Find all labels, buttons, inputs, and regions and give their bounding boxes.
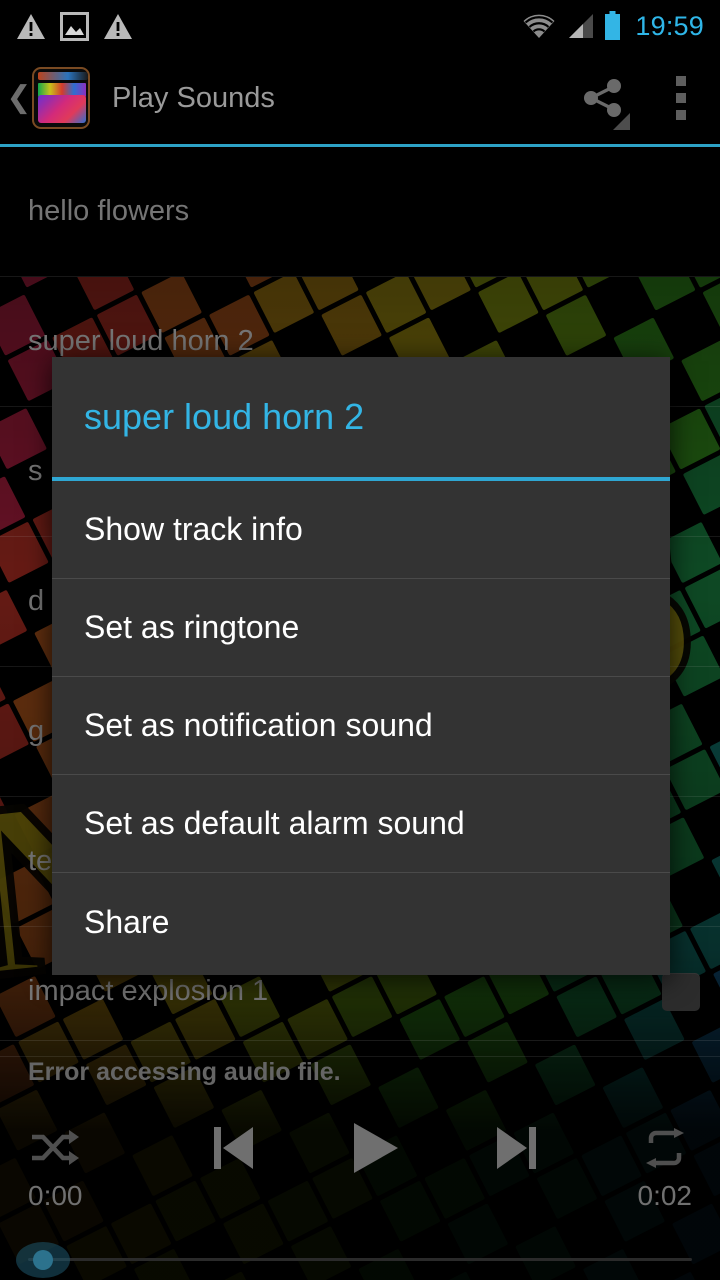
battery-icon [605, 11, 621, 40]
status-bar-clock: 19:59 [635, 10, 704, 41]
page-title: Play Sounds [112, 81, 275, 114]
status-bar: 19:59 [0, 0, 720, 52]
dialog-menu-item-label: Set as ringtone [84, 609, 300, 645]
android-screen: S N [0, 0, 720, 1280]
dialog-menu-item-label: Set as notification sound [84, 707, 433, 743]
dialog-menu-item[interactable]: Set as notification sound [52, 677, 670, 775]
overflow-menu-button[interactable] [642, 52, 720, 144]
context-menu-dialog: super loud horn 2 Show track info Set as … [52, 357, 670, 975]
share-button[interactable] [564, 52, 642, 144]
dialog-title: super loud horn 2 [84, 396, 365, 437]
dialog-menu-item[interactable]: Show track info [52, 481, 670, 579]
signal-icon [569, 14, 594, 38]
up-navigation-icon[interactable]: ❮ [6, 83, 32, 113]
dialog-menu-item-label: Show track info [84, 511, 303, 547]
app-logo-top-band [38, 72, 88, 80]
dialog-menu-item[interactable]: Set as ringtone [52, 579, 670, 677]
dialog-menu-item-label: Set as default alarm sound [84, 805, 465, 841]
overflow-menu-icon [676, 76, 686, 120]
dialog-menu-item[interactable]: Share [52, 873, 670, 971]
dialog-title-bar: super loud horn 2 [52, 357, 670, 481]
app-logo-icon[interactable] [32, 67, 90, 129]
app-logo-gradient [38, 95, 86, 123]
status-bar-right-icons: 19:59 [522, 11, 704, 42]
dialog-menu-item[interactable]: Set as default alarm sound [52, 775, 670, 873]
dialog-menu-item-label: Share [84, 903, 170, 940]
wifi-icon [523, 14, 555, 38]
action-bar-actions [564, 52, 720, 144]
image-icon [60, 11, 89, 41]
action-bar: ❮ Play Sounds [0, 52, 720, 144]
action-bar-accent-rule [0, 144, 720, 147]
status-bar-left-icons [16, 11, 133, 41]
submenu-indicator-icon [613, 113, 630, 130]
warning-icon [104, 13, 132, 39]
dialog-menu-items: Show track info Set as ringtone Set as not… [52, 481, 670, 971]
warning-icon [17, 13, 45, 39]
